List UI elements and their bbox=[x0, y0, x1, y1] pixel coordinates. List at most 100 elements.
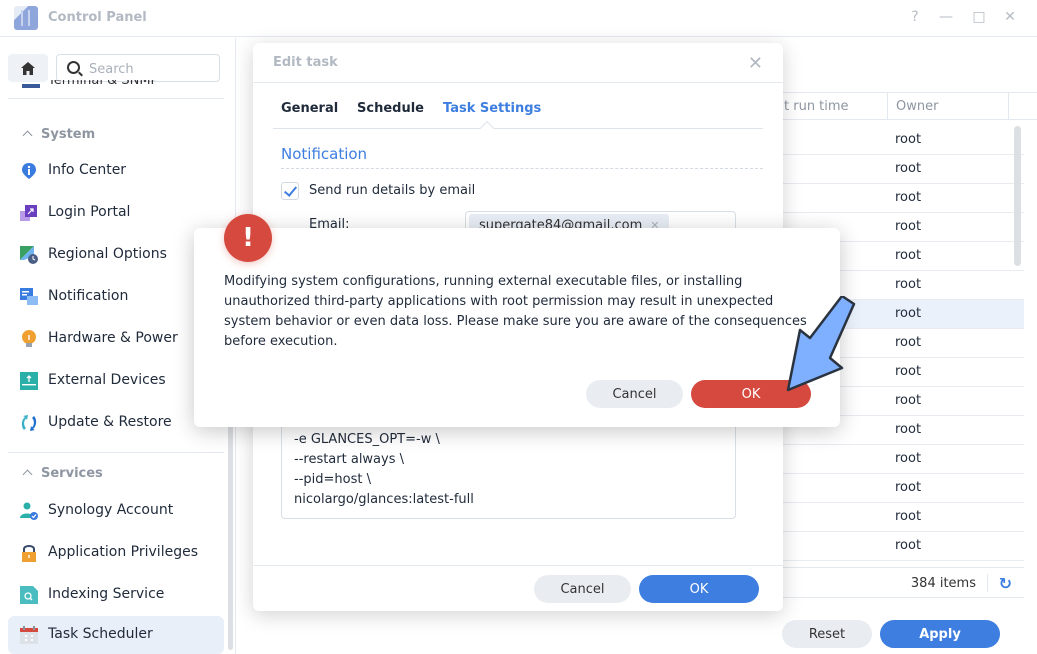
home-icon bbox=[21, 61, 35, 75]
script-line: nicolargo/glances:latest-full bbox=[294, 492, 474, 507]
grid-header: t run time Owner bbox=[770, 92, 1037, 120]
script-line: --restart always \ bbox=[294, 452, 405, 467]
warning-icon: ! bbox=[224, 214, 272, 262]
owner-cell: root bbox=[895, 277, 922, 292]
owner-cell: root bbox=[895, 132, 922, 147]
lock-icon bbox=[22, 545, 36, 562]
owner-cell: root bbox=[895, 190, 922, 205]
owner-cell: root bbox=[895, 364, 922, 379]
section-system[interactable]: System bbox=[22, 127, 95, 142]
annotation-arrow-icon bbox=[786, 296, 856, 392]
minimize-icon[interactable]: — bbox=[937, 9, 955, 25]
indexing-service-icon bbox=[20, 586, 38, 604]
tabs-underline bbox=[273, 128, 763, 129]
notification-icon bbox=[20, 288, 38, 305]
search-box[interactable] bbox=[56, 54, 220, 82]
terminal-icon bbox=[22, 84, 40, 88]
tab-schedule[interactable]: Schedule bbox=[357, 101, 424, 116]
regional-options-icon bbox=[20, 246, 38, 264]
reset-button[interactable]: Reset bbox=[782, 620, 872, 648]
column-divider bbox=[887, 93, 888, 120]
owner-cell: root bbox=[895, 219, 922, 234]
close-window-icon[interactable]: ✕ bbox=[1001, 9, 1019, 25]
table-row[interactable]: root bbox=[770, 184, 1024, 213]
owner-cell: root bbox=[895, 335, 922, 350]
search-icon bbox=[67, 61, 80, 74]
table-row[interactable]: root bbox=[770, 155, 1024, 184]
sidebar-item-terminal-snmp[interactable]: Terminal & SNMP bbox=[48, 80, 158, 90]
search-input[interactable] bbox=[89, 59, 209, 79]
info-icon bbox=[22, 163, 36, 179]
sidebar-item-application-privileges[interactable]: Application Privileges bbox=[8, 534, 224, 572]
table-row[interactable]: root bbox=[770, 474, 1024, 503]
sidebar-item-indexing-service[interactable]: Indexing Service bbox=[8, 576, 224, 614]
sidebar-item-regional-options[interactable]: Regional Options bbox=[8, 236, 224, 274]
calendar-icon bbox=[20, 626, 38, 644]
table-row[interactable]: root bbox=[770, 532, 1024, 561]
close-icon[interactable]: ✕ bbox=[748, 53, 763, 74]
owner-cell: root bbox=[895, 451, 922, 466]
divider bbox=[987, 574, 988, 592]
control-panel-window: Control Panel ? — □ ✕ Terminal & SNMP Sy… bbox=[0, 0, 1037, 654]
owner-cell: root bbox=[895, 161, 922, 176]
sidebar-item-synology-account[interactable]: Synology Account bbox=[8, 492, 224, 530]
title-bar: Control Panel ? — □ ✕ bbox=[0, 0, 1037, 37]
table-row[interactable]: root bbox=[770, 445, 1024, 474]
alert-cancel-button[interactable]: Cancel bbox=[586, 380, 683, 408]
alert-message: Modifying system configurations, running… bbox=[224, 274, 807, 349]
active-tab-indicator bbox=[479, 120, 495, 136]
sidebar-item-hardware-power[interactable]: Hardware & Power bbox=[8, 320, 224, 358]
warning-alert: ! Modifying system configurations, runni… bbox=[194, 214, 840, 427]
external-devices-icon bbox=[20, 372, 38, 390]
sidebar-item-login-portal[interactable]: Login Portal bbox=[8, 194, 224, 232]
help-icon[interactable]: ? bbox=[906, 9, 924, 25]
script-line: --pid=host \ bbox=[294, 472, 371, 487]
table-row[interactable]: root bbox=[770, 503, 1024, 532]
column-next-run-time[interactable]: t run time bbox=[784, 99, 849, 114]
synology-account-icon bbox=[20, 502, 38, 520]
divider bbox=[8, 98, 224, 99]
dialog-ok-button[interactable]: OK bbox=[639, 575, 759, 603]
owner-cell: root bbox=[895, 509, 922, 524]
divider bbox=[281, 168, 763, 169]
owner-cell: root bbox=[895, 480, 922, 495]
owner-cell: root bbox=[895, 306, 922, 321]
script-line: -e GLANCES_OPT=-w \ bbox=[294, 432, 440, 447]
app-title: Control Panel bbox=[48, 10, 147, 25]
sidebar-item-info-center[interactable]: Info Center bbox=[8, 152, 224, 190]
section-services[interactable]: Services bbox=[22, 466, 103, 481]
sidebar-item-external-devices[interactable]: External Devices bbox=[8, 362, 224, 400]
control-panel-icon bbox=[14, 6, 38, 30]
send-email-checkbox[interactable] bbox=[281, 182, 299, 200]
chevron-up-icon bbox=[22, 130, 33, 141]
home-button[interactable] bbox=[8, 54, 48, 82]
section-title-notification: Notification bbox=[281, 145, 368, 163]
tab-general[interactable]: General bbox=[281, 101, 338, 116]
lightbulb-icon bbox=[22, 330, 36, 347]
tab-task-settings[interactable]: Task Settings bbox=[443, 101, 541, 116]
owner-cell: root bbox=[895, 422, 922, 437]
sidebar-item-update-restore[interactable]: Update & Restore bbox=[8, 404, 224, 442]
login-portal-icon bbox=[20, 205, 37, 221]
grid-footer: 384 items ↻ bbox=[770, 567, 1024, 598]
maximize-icon[interactable]: □ bbox=[970, 9, 988, 25]
grid-scrollbar[interactable] bbox=[1014, 126, 1021, 266]
table-row[interactable]: root bbox=[770, 126, 1024, 155]
owner-cell: root bbox=[895, 538, 922, 553]
owner-cell: root bbox=[895, 248, 922, 263]
update-restore-icon bbox=[21, 415, 37, 431]
dialog-cancel-button[interactable]: Cancel bbox=[534, 575, 631, 603]
dialog-title: Edit task bbox=[273, 55, 338, 70]
sidebar-item-notification[interactable]: Notification bbox=[8, 278, 224, 316]
column-owner[interactable]: Owner bbox=[896, 99, 938, 114]
divider bbox=[253, 82, 783, 83]
refresh-icon[interactable]: ↻ bbox=[999, 574, 1012, 593]
items-count: 384 items bbox=[910, 576, 976, 591]
divider bbox=[253, 565, 783, 566]
divider bbox=[8, 452, 224, 453]
apply-button[interactable]: Apply bbox=[880, 620, 1000, 648]
sidebar-item-task-scheduler[interactable]: Task Scheduler bbox=[8, 616, 224, 654]
send-email-label[interactable]: Send run details by email bbox=[309, 183, 475, 198]
column-divider bbox=[1008, 93, 1009, 120]
owner-cell: root bbox=[895, 393, 922, 408]
